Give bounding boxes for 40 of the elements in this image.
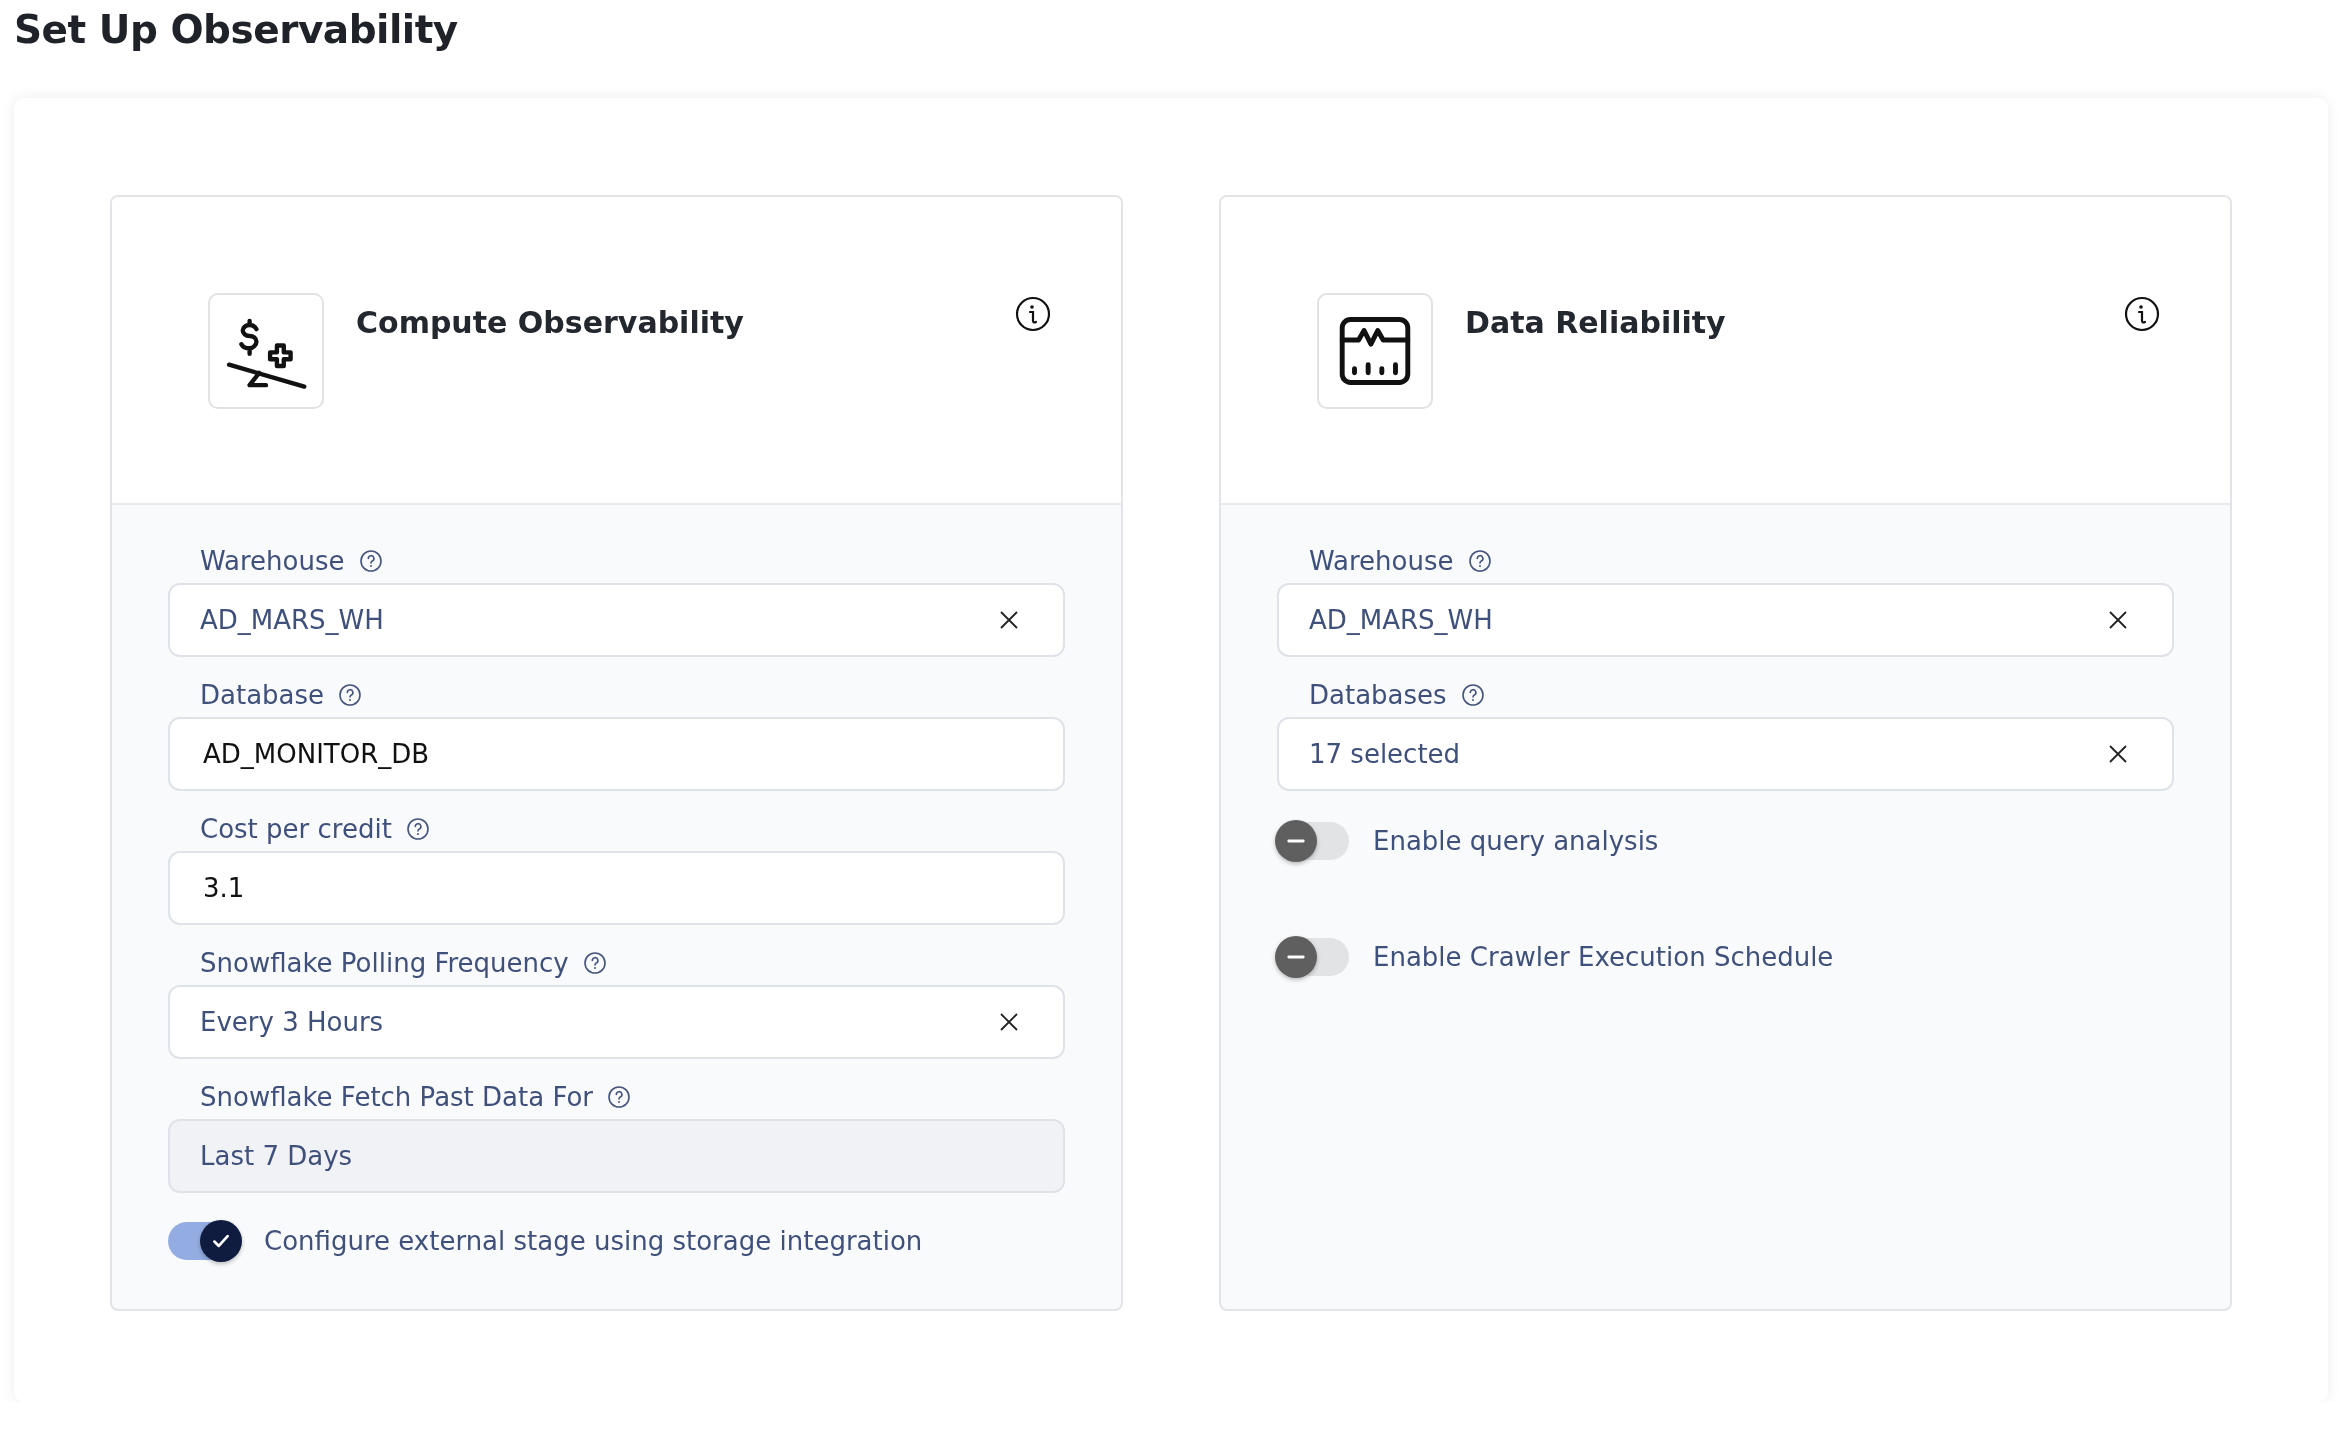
chart-monitor-icon xyxy=(1317,293,1433,409)
minus-icon xyxy=(1287,955,1305,959)
toggle-switch[interactable] xyxy=(1277,938,1349,976)
select-field[interactable]: AD_MARS_WH xyxy=(1277,583,2174,657)
toggle-switch[interactable] xyxy=(168,1222,240,1260)
field-label: Databases xyxy=(1309,680,1447,710)
select-field: Last 7 Days xyxy=(168,1119,1065,1193)
toggle-switch[interactable] xyxy=(1277,822,1349,860)
field-label: Snowflake Fetch Past Data For xyxy=(200,1082,594,1112)
input-field[interactable]: AD_MONITOR_DB xyxy=(168,717,1065,791)
select-field[interactable]: 17 selected xyxy=(1277,717,2174,791)
close-icon[interactable] xyxy=(2108,744,2128,764)
field-label: Database xyxy=(200,680,325,710)
info-icon[interactable] xyxy=(1015,296,1051,332)
input-field[interactable]: 3.1 xyxy=(168,851,1065,925)
minus-icon xyxy=(1287,839,1305,843)
help-icon[interactable] xyxy=(582,951,607,975)
close-icon[interactable] xyxy=(999,610,1019,630)
help-icon[interactable] xyxy=(1460,683,1485,707)
card-title: Compute Observability xyxy=(356,305,745,340)
field-label: Cost per credit xyxy=(200,814,392,844)
close-icon[interactable] xyxy=(2108,610,2128,630)
page-title: Set Up Observability xyxy=(14,6,459,54)
help-icon[interactable] xyxy=(358,549,383,573)
help-icon[interactable] xyxy=(405,817,430,841)
close-icon[interactable] xyxy=(999,1012,1019,1032)
toggle-label: Enable query analysis xyxy=(1373,826,1659,856)
toggle-label: Configure external stage using storage integration xyxy=(264,1226,923,1256)
help-icon[interactable] xyxy=(1467,549,1492,573)
card-title: Data Reliability xyxy=(1465,305,1727,340)
select-field[interactable]: Every 3 Hours xyxy=(168,985,1065,1059)
help-icon[interactable] xyxy=(607,1085,632,1109)
toggle-label: Enable Crawler Execution Schedule xyxy=(1373,942,1834,972)
select-field[interactable]: AD_MARS_WH xyxy=(168,583,1065,657)
dollar-seesaw-icon xyxy=(208,293,324,409)
help-icon[interactable] xyxy=(338,683,363,707)
info-icon[interactable] xyxy=(2124,296,2160,332)
field-label: Warehouse xyxy=(1309,546,1454,576)
field-label: Warehouse xyxy=(200,546,345,576)
field-label: Snowflake Polling Frequency xyxy=(200,948,569,978)
